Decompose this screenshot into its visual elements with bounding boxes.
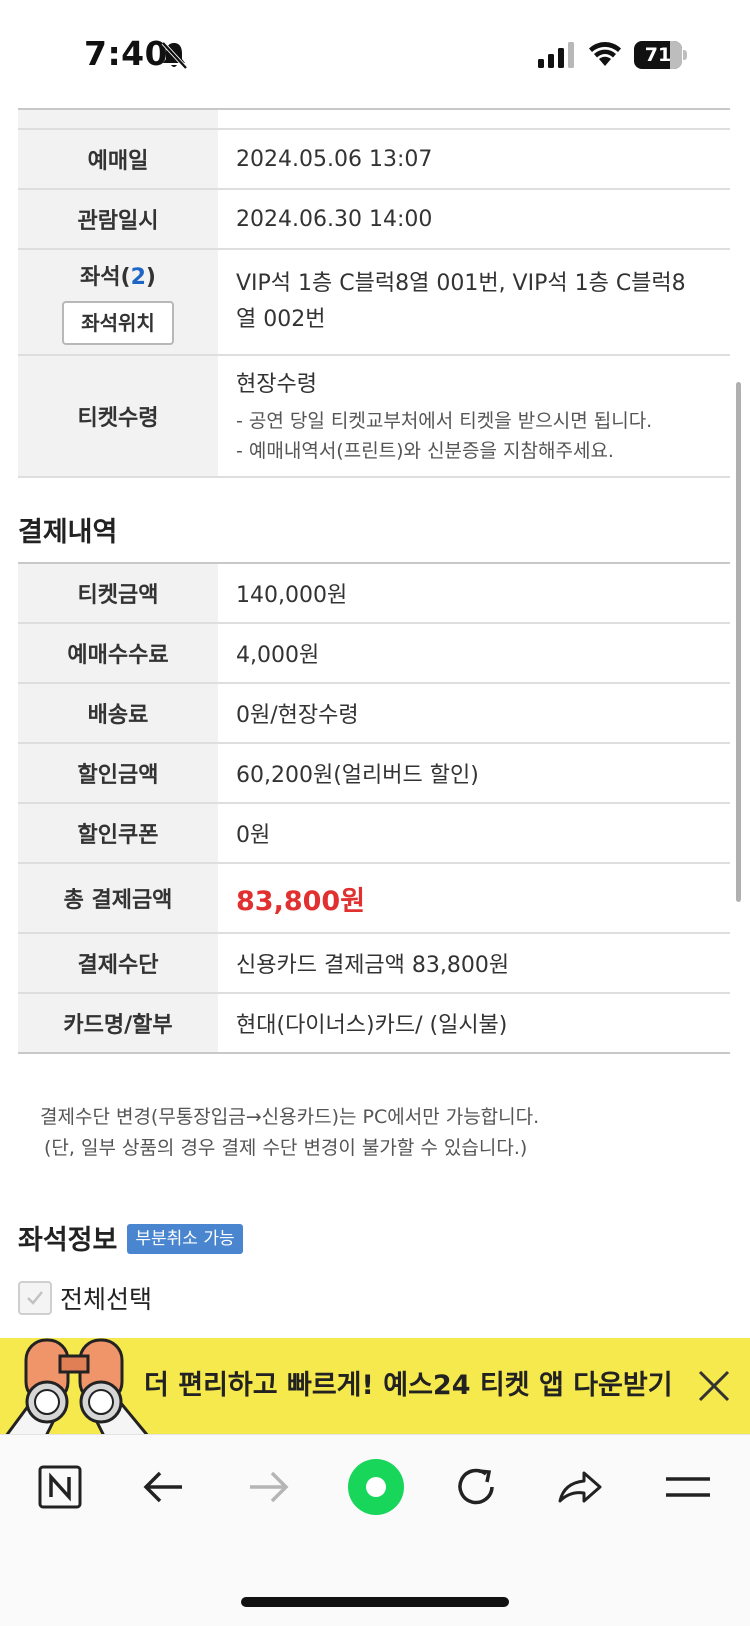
binoculars-icon [3, 1338, 150, 1438]
show-date-value: 2024.06.30 14:00 [236, 206, 433, 232]
table-row-seat: 좌석(2) 좌석위치 VIP석 1층 C블럭8열 001번, VIP석 1층 C… [18, 250, 730, 356]
booking-info-table: 예매일 2024.05.06 13:07 관람일시 2024.06.30 14:… [18, 108, 730, 478]
ticket-pickup-label: 티켓수령 [18, 356, 218, 476]
app-download-banner[interactable]: 더 편리하고 빠르게! 예스24 티켓 앱 다운받기 [0, 1338, 750, 1438]
table-row-booking-fee: 예매수수료 4,000원 [18, 624, 730, 684]
table-row-cutoff [18, 110, 730, 130]
select-all-checkbox[interactable] [18, 1281, 52, 1315]
status-time: 7:40 [84, 34, 169, 73]
battery-level: 71 [644, 44, 672, 66]
select-all-label: 전체선택 [60, 1285, 153, 1314]
banner-text[interactable]: 더 편리하고 빠르게! 예스24 티켓 앱 다운받기 [144, 1338, 673, 1434]
table-row-ticket-pickup: 티켓수령 현장수령 - 공연 당일 티켓교부처에서 티켓을 받으시면 됩니다. … [18, 356, 730, 478]
table-row-ticket-price: 티켓금액 140,000원 [18, 564, 730, 624]
table-row-payment-method: 결제수단 신용카드 결제금액 83,800원 [18, 934, 730, 994]
payment-change-notice: 결제수단 변경(무통장입금→신용카드)는 PC에서만 가능합니다. (단, 일부… [40, 1106, 540, 1159]
close-icon[interactable] [696, 1368, 732, 1404]
booking-date-label: 예매일 [18, 130, 218, 188]
seat-info-section-title: 좌석정보 부분취소 가능 [18, 1218, 243, 1257]
back-arrow-icon[interactable] [136, 1459, 192, 1515]
table-row-coupon: 할인쿠폰 0원 [18, 804, 730, 864]
table-row-booking-date: 예매일 2024.05.06 13:07 [18, 130, 730, 190]
total-value: 83,800원 [236, 885, 366, 917]
menu-icon[interactable] [660, 1459, 716, 1515]
select-all-row[interactable]: 전체선택 [18, 1280, 152, 1316]
green-dot-icon[interactable] [344, 1455, 408, 1519]
share-icon[interactable] [552, 1459, 608, 1515]
scrollbar[interactable] [736, 382, 741, 902]
seat-label: 좌석(2) [80, 265, 156, 290]
cellular-signal-icon [538, 42, 574, 68]
battery-icon: 71 [634, 41, 687, 69]
bell-muted-icon [161, 41, 188, 70]
pickup-note-1: - 공연 당일 티켓교부처에서 티켓을 받으시면 됩니다. [236, 410, 653, 432]
payment-section-title: 결제내역 [18, 517, 118, 548]
seat-label-cell: 좌석(2) 좌석위치 [18, 250, 218, 354]
show-date-label: 관람일시 [18, 190, 218, 248]
pickup-method: 현장수령 [236, 372, 317, 397]
forward-arrow-icon[interactable] [240, 1459, 296, 1515]
seat-count: 2 [130, 265, 146, 290]
status-bar: 7:40 71 [0, 0, 750, 108]
naver-home-icon[interactable] [32, 1459, 88, 1515]
total-label: 총 결제금액 [18, 864, 218, 932]
seat-value: VIP석 1층 C블럭8열 001번, VIP석 1층 C블럭8 열 002번 [236, 271, 686, 332]
table-row-card: 카드명/할부 현대(다이너스)카드/ (일시불) [18, 994, 730, 1054]
table-row-discount: 할인금액 60,200원(얼리버드 할인) [18, 744, 730, 804]
table-row-show-date: 관람일시 2024.06.30 14:00 [18, 190, 730, 250]
seat-location-button[interactable]: 좌석위치 [62, 301, 174, 345]
table-row-total: 총 결제금액 83,800원 [18, 864, 730, 934]
pickup-note-2: - 예매내역서(프린트)와 신분증을 지참해주세요. [236, 440, 614, 462]
check-icon [27, 1291, 43, 1305]
table-row-delivery-fee: 배송료 0원/현장수령 [18, 684, 730, 744]
partial-cancel-badge: 부분취소 가능 [127, 1223, 243, 1254]
home-indicator[interactable] [241, 1597, 509, 1607]
wifi-icon [589, 42, 621, 66]
reload-icon[interactable] [448, 1459, 504, 1515]
payment-table: 티켓금액 140,000원 예매수수료 4,000원 배송료 0원/현장수령 할… [18, 562, 730, 1054]
ticket-pickup-value: 현장수령 - 공연 당일 티켓교부처에서 티켓을 받으시면 됩니다. - 예매내… [218, 356, 730, 476]
booking-date-value: 2024.05.06 13:07 [236, 146, 433, 172]
